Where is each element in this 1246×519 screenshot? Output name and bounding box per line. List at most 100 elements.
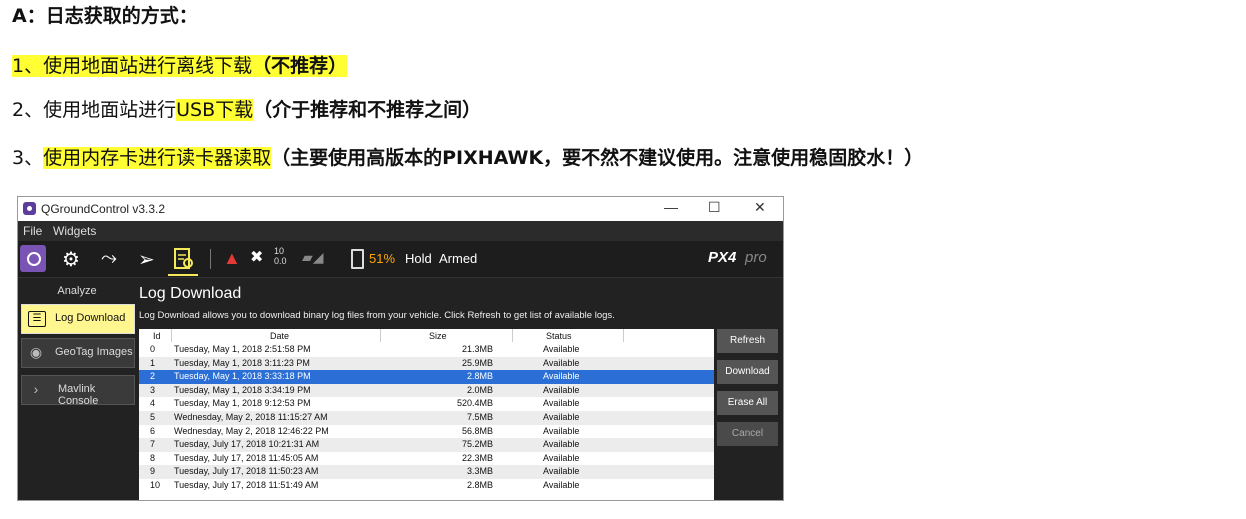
gps-count: 10 <box>274 246 285 256</box>
maximize-button[interactable]: ☐ <box>708 199 721 216</box>
method-3-number: 3、 <box>12 147 44 169</box>
method-line-1: 1、使用地面站进行离线下载（不推荐） <box>12 53 348 79</box>
px4-logo: PX4 <box>708 249 737 266</box>
cell-size: 25.9MB <box>461 357 493 368</box>
title-bar[interactable]: QGroundControl v3.3.2 — ☐ ✕ <box>18 197 783 221</box>
cell-id: 9 <box>150 466 156 477</box>
cell-date: Tuesday, July 17, 2018 11:50:23 AM <box>174 466 319 477</box>
page-title: Log Download <box>139 285 242 302</box>
cell-date: Tuesday, July 17, 2018 11:51:49 AM <box>174 480 319 490</box>
download-button[interactable]: Download <box>717 360 778 384</box>
cell-date: Tuesday, May 1, 2018 3:33:18 PM <box>174 371 311 382</box>
cell-size: 7.5MB <box>466 412 493 422</box>
column-status[interactable]: Status <box>546 331 572 341</box>
cell-status: Available <box>543 425 580 436</box>
analyze-sidebar: Analyze ☰ Log Download ◉ GeoTag Images ›… <box>18 278 136 500</box>
cell-size: 2.8MB <box>466 371 493 382</box>
analyze-document-icon <box>174 248 193 269</box>
column-size[interactable]: Size <box>429 331 447 341</box>
column-divider <box>623 329 624 342</box>
method-line-2: 2、使用地面站进行USB下载（介于推荐和不推荐之间） <box>12 97 481 123</box>
sidebar-item-log-download[interactable]: ☰ Log Download <box>21 304 135 334</box>
table-row[interactable]: 5 Wednesday, May 2, 2018 11:15:27 AM 7.5MB… <box>139 411 714 425</box>
heading-label: A： <box>12 5 46 27</box>
gps-status: 10 0.0 <box>274 246 287 266</box>
cell-id: 8 <box>150 452 156 463</box>
refresh-button[interactable]: Refresh <box>717 329 778 353</box>
erase-all-button[interactable]: Erase All <box>717 391 778 415</box>
qgc-logo-icon[interactable] <box>20 245 46 272</box>
menu-widgets[interactable]: Widgets <box>53 224 96 238</box>
location-pin-icon: ◉ <box>29 344 43 360</box>
table-row[interactable]: 9 Tuesday, July 17, 2018 11:50:23 AM 3.3MB… <box>139 465 714 479</box>
close-button[interactable]: ✕ <box>754 199 766 216</box>
cell-date: Tuesday, July 17, 2018 10:21:31 AM <box>174 439 320 450</box>
sidebar-item-label: Mavlink Console <box>58 383 99 407</box>
cell-size: 21.3MB <box>461 344 493 354</box>
column-date[interactable]: Date <box>270 331 289 341</box>
minimize-button[interactable]: — <box>664 199 678 215</box>
method-line-3: 3、使用内存卡进行读卡器读取（主要使用高版本的PIXHAWK，要不然不建议使用。… <box>12 145 923 171</box>
table-row[interactable]: 6 Wednesday, May 2, 2018 12:46:22 PM 56.8M… <box>139 425 714 439</box>
table-row[interactable]: 8 Tuesday, July 17, 2018 11:45:05 AM 22.3M… <box>139 452 714 466</box>
table-row[interactable]: 0 Tuesday, May 1, 2018 2:51:58 PM 21.3MB Av… <box>139 343 714 357</box>
cell-status: Available <box>543 480 580 490</box>
fly-paper-plane-icon[interactable]: ➢ <box>138 247 155 272</box>
method-3-note: （主要使用高版本的PIXHAWK，要不然不建议使用。注意使用稳固胶水！） <box>271 147 924 169</box>
gps-hdop: 0.0 <box>274 256 287 266</box>
analyze-tab[interactable] <box>168 244 198 276</box>
list-icon: ☰ <box>28 311 46 327</box>
chevron-right-icon: › <box>33 381 39 397</box>
arm-status[interactable]: Armed <box>439 251 477 266</box>
sidebar-item-mavlink-console[interactable]: › Mavlink Console <box>21 375 135 407</box>
cell-size: 75.2MB <box>461 439 493 450</box>
cell-status: Available <box>543 371 580 382</box>
toolbar: ⚙ ⤳ ➢ ▲ ✖ 10 0.0 ▰◢ 51% Hold Armed PX4 pr… <box>18 241 783 278</box>
flight-mode[interactable]: Hold <box>405 251 432 266</box>
satellite-icon[interactable]: ✖ <box>250 247 263 267</box>
cell-size: 22.3MB <box>461 452 493 463</box>
menu-file[interactable]: File <box>23 224 42 238</box>
page-description: Log Download allows you to download bina… <box>139 310 615 321</box>
cell-id: 2 <box>150 371 156 382</box>
sidebar-item-geotag-images[interactable]: ◉ GeoTag Images <box>21 338 135 368</box>
battery-percent: 51% <box>369 251 396 266</box>
cell-status: Available <box>543 439 580 450</box>
sidebar-item-label: Log Download <box>55 312 126 324</box>
battery-icon[interactable] <box>351 249 364 269</box>
cell-date: Tuesday, July 17, 2018 11:45:05 AM <box>174 452 319 463</box>
column-divider <box>512 329 513 342</box>
method-2-number: 2、 <box>12 99 44 121</box>
column-id[interactable]: Id <box>153 331 161 341</box>
table-row[interactable]: 7 Tuesday, July 17, 2018 10:21:31 AM 75.2M… <box>139 438 714 452</box>
plan-path-icon[interactable]: ⤳ <box>101 247 117 270</box>
cell-status: Available <box>543 452 580 463</box>
table-row[interactable]: 1 Tuesday, May 1, 2018 3:11:23 PM 25.9MB Av… <box>139 356 714 371</box>
table-row[interactable]: 2 Tuesday, May 1, 2018 3:33:18 PM 2.8MB Ava… <box>139 370 714 384</box>
menu-bar: File Widgets <box>18 221 783 241</box>
cell-date: Tuesday, May 1, 2018 3:11:23 PM <box>174 357 310 368</box>
cell-size: 3.3MB <box>466 466 493 477</box>
cell-size: 56.8MB <box>461 425 493 436</box>
cell-date: Tuesday, May 1, 2018 3:34:19 PM <box>174 384 311 395</box>
table-row[interactable]: 4 Tuesday, May 1, 2018 9:12:53 PM 520.4MB A… <box>139 397 714 411</box>
table-row[interactable]: 10 Tuesday, July 17, 2018 11:51:49 AM 2.8M… <box>139 479 714 493</box>
log-table: Id Date Size Status 0 Tuesday, May 1, 201… <box>139 329 714 500</box>
cell-id: 7 <box>150 439 156 450</box>
sidebar-title: Analyze <box>57 285 97 297</box>
column-divider <box>380 329 381 342</box>
cell-size: 520.4MB <box>456 398 493 409</box>
cell-id: 0 <box>150 344 156 354</box>
settings-gears-icon[interactable]: ⚙ <box>62 247 80 272</box>
table-row[interactable]: 3 Tuesday, May 1, 2018 3:34:19 PM 2.0MB Ava… <box>139 383 714 398</box>
warning-icon[interactable]: ▲ <box>223 248 241 269</box>
rc-signal-icon[interactable]: ▰◢ <box>302 249 324 266</box>
cell-id: 4 <box>150 398 156 409</box>
method-3-highlight: 使用内存卡进行读卡器读取 <box>43 147 272 169</box>
method-2-note: （介于推荐和不推荐之间） <box>253 99 482 121</box>
cell-date: Tuesday, May 1, 2018 9:12:53 PM <box>174 398 311 409</box>
qgc-window: QGroundControl v3.3.2 — ☐ ✕ File Widgets… <box>17 196 784 501</box>
cancel-button[interactable]: Cancel <box>717 422 778 446</box>
method-2-text: 使用地面站进行 <box>43 99 177 121</box>
cell-id: 6 <box>150 425 156 436</box>
